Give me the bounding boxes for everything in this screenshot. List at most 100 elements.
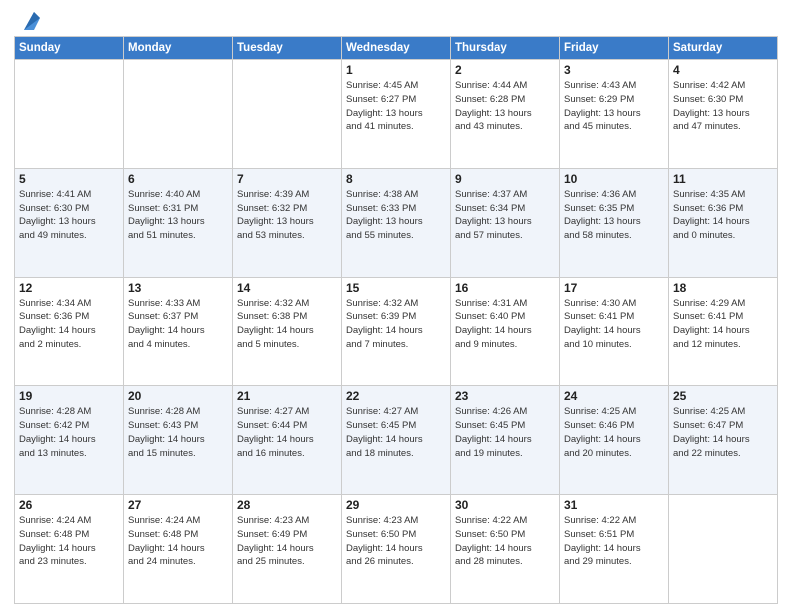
calendar-cell: 23 Sunrise: 4:26 AM Sunset: 6:45 PM Dayli…	[451, 386, 560, 495]
calendar-cell: 26 Sunrise: 4:24 AM Sunset: 6:48 PM Dayli…	[15, 495, 124, 604]
calendar-cell: 14Sunrise: 4:32 AM Sunset: 6:38 PM Dayli…	[233, 277, 342, 386]
day-number: 4	[673, 63, 773, 77]
calendar-week-row: 1 Sunrise: 4:45 AM Sunset: 6:27 PM Daylig…	[15, 60, 778, 169]
day-info: Sunrise: 4:40 AM Sunset: 6:31 PM Dayligh…	[128, 188, 228, 243]
calendar-header-row: SundayMondayTuesdayWednesdayThursdayFrid…	[15, 37, 778, 60]
calendar-cell: 30 Sunrise: 4:22 AM Sunset: 6:50 PM Dayli…	[451, 495, 560, 604]
day-info: Sunrise: 4:23 AM Sunset: 6:50 PM Dayligh…	[346, 514, 446, 569]
day-info: Sunrise: 4:37 AM Sunset: 6:34 PM Dayligh…	[455, 188, 555, 243]
day-info: Sunrise: 4:24 AM Sunset: 6:48 PM Dayligh…	[19, 514, 119, 569]
calendar-week-row: 19 Sunrise: 4:28 AM Sunset: 6:42 PM Dayli…	[15, 386, 778, 495]
day-info: Sunrise: 4:39 AM Sunset: 6:32 PM Dayligh…	[237, 188, 337, 243]
day-number: 25	[673, 389, 773, 403]
day-info: Sunrise: 4:38 AM Sunset: 6:33 PM Dayligh…	[346, 188, 446, 243]
calendar-cell: 27Sunrise: 4:24 AM Sunset: 6:48 PM Dayli…	[124, 495, 233, 604]
day-of-week-header: Saturday	[669, 37, 778, 60]
day-number: 30	[455, 498, 555, 512]
day-number: 1	[346, 63, 446, 77]
calendar-cell: 16Sunrise: 4:31 AM Sunset: 6:40 PM Dayli…	[451, 277, 560, 386]
day-of-week-header: Thursday	[451, 37, 560, 60]
logo-icon	[18, 10, 40, 32]
calendar-cell	[124, 60, 233, 169]
calendar-cell: 8 Sunrise: 4:38 AM Sunset: 6:33 PM Daylig…	[342, 168, 451, 277]
day-number: 14	[237, 281, 337, 295]
calendar-cell: 5Sunrise: 4:41 AM Sunset: 6:30 PM Daylig…	[15, 168, 124, 277]
day-of-week-header: Monday	[124, 37, 233, 60]
day-info: Sunrise: 4:41 AM Sunset: 6:30 PM Dayligh…	[19, 188, 119, 243]
day-number: 28	[237, 498, 337, 512]
calendar-cell: 29 Sunrise: 4:23 AM Sunset: 6:50 PM Dayli…	[342, 495, 451, 604]
day-info: Sunrise: 4:24 AM Sunset: 6:48 PM Dayligh…	[128, 514, 228, 569]
day-number: 17	[564, 281, 664, 295]
day-info: Sunrise: 4:28 AM Sunset: 6:42 PM Dayligh…	[19, 405, 119, 460]
day-info: Sunrise: 4:27 AM Sunset: 6:45 PM Dayligh…	[346, 405, 446, 460]
day-info: Sunrise: 4:36 AM Sunset: 6:35 PM Dayligh…	[564, 188, 664, 243]
calendar-cell: 22 Sunrise: 4:27 AM Sunset: 6:45 PM Dayli…	[342, 386, 451, 495]
calendar-cell: 20 Sunrise: 4:28 AM Sunset: 6:43 PM Dayli…	[124, 386, 233, 495]
calendar-cell: 24 Sunrise: 4:25 AM Sunset: 6:46 PM Dayli…	[560, 386, 669, 495]
day-info: Sunrise: 4:45 AM Sunset: 6:27 PM Dayligh…	[346, 79, 446, 134]
day-number: 24	[564, 389, 664, 403]
calendar-cell: 9 Sunrise: 4:37 AM Sunset: 6:34 PM Daylig…	[451, 168, 560, 277]
day-info: Sunrise: 4:27 AM Sunset: 6:44 PM Dayligh…	[237, 405, 337, 460]
calendar-cell: 4 Sunrise: 4:42 AM Sunset: 6:30 PM Daylig…	[669, 60, 778, 169]
day-info: Sunrise: 4:33 AM Sunset: 6:37 PM Dayligh…	[128, 297, 228, 352]
calendar-cell	[15, 60, 124, 169]
calendar-cell: 31 Sunrise: 4:22 AM Sunset: 6:51 PM Dayli…	[560, 495, 669, 604]
day-number: 21	[237, 389, 337, 403]
day-number: 2	[455, 63, 555, 77]
day-number: 9	[455, 172, 555, 186]
day-info: Sunrise: 4:31 AM Sunset: 6:40 PM Dayligh…	[455, 297, 555, 352]
day-number: 12	[19, 281, 119, 295]
day-of-week-header: Tuesday	[233, 37, 342, 60]
calendar-cell: 7 Sunrise: 4:39 AM Sunset: 6:32 PM Daylig…	[233, 168, 342, 277]
day-info: Sunrise: 4:25 AM Sunset: 6:46 PM Dayligh…	[564, 405, 664, 460]
day-info: Sunrise: 4:23 AM Sunset: 6:49 PM Dayligh…	[237, 514, 337, 569]
calendar-week-row: 5Sunrise: 4:41 AM Sunset: 6:30 PM Daylig…	[15, 168, 778, 277]
calendar-cell: 15Sunrise: 4:32 AM Sunset: 6:39 PM Dayli…	[342, 277, 451, 386]
calendar-cell: 11 Sunrise: 4:35 AM Sunset: 6:36 PM Dayli…	[669, 168, 778, 277]
day-info: Sunrise: 4:22 AM Sunset: 6:51 PM Dayligh…	[564, 514, 664, 569]
day-number: 20	[128, 389, 228, 403]
day-info: Sunrise: 4:26 AM Sunset: 6:45 PM Dayligh…	[455, 405, 555, 460]
calendar-cell: 3Sunrise: 4:43 AM Sunset: 6:29 PM Daylig…	[560, 60, 669, 169]
header	[14, 10, 778, 32]
day-info: Sunrise: 4:22 AM Sunset: 6:50 PM Dayligh…	[455, 514, 555, 569]
day-of-week-header: Friday	[560, 37, 669, 60]
day-number: 19	[19, 389, 119, 403]
page: SundayMondayTuesdayWednesdayThursdayFrid…	[0, 0, 792, 612]
calendar-cell: 17Sunrise: 4:30 AM Sunset: 6:41 PM Dayli…	[560, 277, 669, 386]
calendar-week-row: 26 Sunrise: 4:24 AM Sunset: 6:48 PM Dayli…	[15, 495, 778, 604]
day-info: Sunrise: 4:28 AM Sunset: 6:43 PM Dayligh…	[128, 405, 228, 460]
day-info: Sunrise: 4:34 AM Sunset: 6:36 PM Dayligh…	[19, 297, 119, 352]
logo	[14, 10, 40, 32]
day-number: 10	[564, 172, 664, 186]
day-number: 23	[455, 389, 555, 403]
day-number: 8	[346, 172, 446, 186]
day-of-week-header: Sunday	[15, 37, 124, 60]
calendar-cell: 25 Sunrise: 4:25 AM Sunset: 6:47 PM Dayli…	[669, 386, 778, 495]
calendar-cell: 13 Sunrise: 4:33 AM Sunset: 6:37 PM Dayli…	[124, 277, 233, 386]
day-number: 11	[673, 172, 773, 186]
day-info: Sunrise: 4:44 AM Sunset: 6:28 PM Dayligh…	[455, 79, 555, 134]
day-info: Sunrise: 4:25 AM Sunset: 6:47 PM Dayligh…	[673, 405, 773, 460]
day-number: 26	[19, 498, 119, 512]
day-of-week-header: Wednesday	[342, 37, 451, 60]
calendar-cell	[233, 60, 342, 169]
day-info: Sunrise: 4:35 AM Sunset: 6:36 PM Dayligh…	[673, 188, 773, 243]
calendar-table: SundayMondayTuesdayWednesdayThursdayFrid…	[14, 36, 778, 604]
calendar-cell: 10 Sunrise: 4:36 AM Sunset: 6:35 PM Dayli…	[560, 168, 669, 277]
calendar-week-row: 12 Sunrise: 4:34 AM Sunset: 6:36 PM Dayli…	[15, 277, 778, 386]
calendar-cell: 1 Sunrise: 4:45 AM Sunset: 6:27 PM Daylig…	[342, 60, 451, 169]
day-number: 7	[237, 172, 337, 186]
calendar-cell: 28 Sunrise: 4:23 AM Sunset: 6:49 PM Dayli…	[233, 495, 342, 604]
day-number: 15	[346, 281, 446, 295]
day-number: 22	[346, 389, 446, 403]
calendar-cell: 2 Sunrise: 4:44 AM Sunset: 6:28 PM Daylig…	[451, 60, 560, 169]
day-info: Sunrise: 4:42 AM Sunset: 6:30 PM Dayligh…	[673, 79, 773, 134]
day-number: 29	[346, 498, 446, 512]
calendar-cell	[669, 495, 778, 604]
day-number: 13	[128, 281, 228, 295]
day-number: 3	[564, 63, 664, 77]
day-number: 31	[564, 498, 664, 512]
